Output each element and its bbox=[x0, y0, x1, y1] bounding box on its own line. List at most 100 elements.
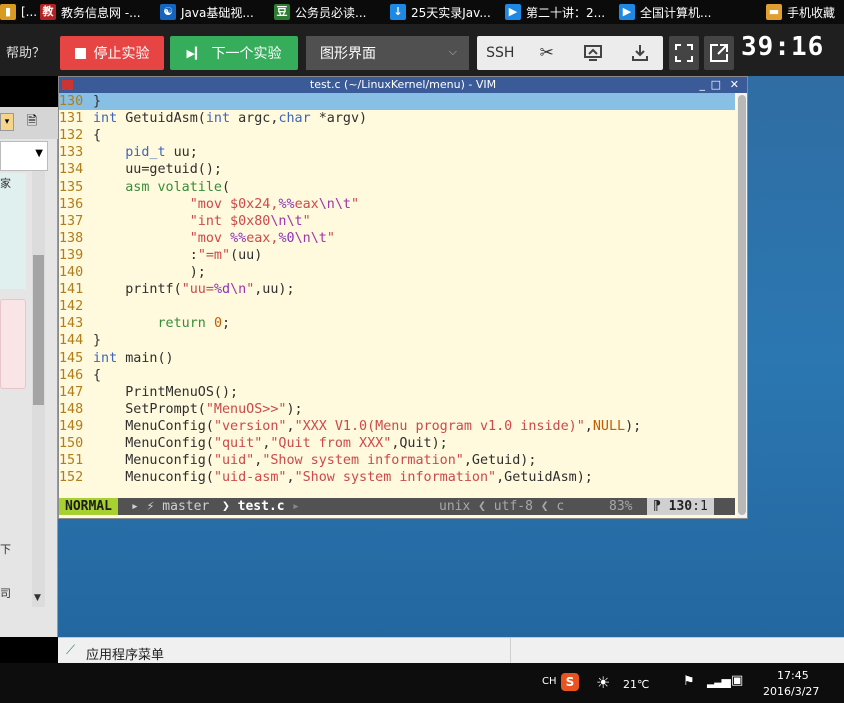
temperature: 21℃ bbox=[623, 678, 650, 691]
line-number: 132 bbox=[59, 128, 84, 144]
code-line[interactable]: 137 "int $0x80\n\t" bbox=[59, 213, 735, 230]
code-line[interactable]: 134 uu=getuid(); bbox=[59, 161, 735, 178]
scissors-button[interactable]: ✂ bbox=[524, 36, 571, 70]
close-icon[interactable]: ✕ bbox=[730, 77, 739, 93]
bookmark-label: 全国计算机... bbox=[640, 5, 712, 20]
bookmark-item[interactable]: 教教务信息网 -... bbox=[40, 2, 141, 22]
battery-icon[interactable]: ▣ bbox=[731, 673, 743, 688]
screen-share-button[interactable] bbox=[570, 36, 617, 70]
bookmark-icon: ☯ bbox=[160, 4, 176, 20]
divider bbox=[510, 638, 511, 663]
code-line[interactable]: 143 return 0; bbox=[59, 315, 735, 332]
left-panel-scrollbar[interactable] bbox=[32, 171, 45, 607]
ime-indicator[interactable]: CH bbox=[542, 676, 557, 687]
bookmark-icon: ↓ bbox=[390, 4, 406, 20]
code-line[interactable]: 147 PrintMenuOS(); bbox=[59, 384, 735, 401]
code-line[interactable]: 149 MenuConfig("version","XXX V1.0(Menu … bbox=[59, 418, 735, 435]
bookmark-label: Java基础视... bbox=[181, 5, 254, 20]
bookmark-item[interactable]: 豆公务员必读... bbox=[274, 2, 366, 22]
line-number: 145 bbox=[59, 350, 84, 366]
line-number: 151 bbox=[59, 453, 84, 469]
leaf-icon: ⟋ bbox=[66, 643, 76, 658]
code-line[interactable]: 131 int GetuidAsm(int argc,char *argv) bbox=[59, 110, 735, 127]
scroll-down-icon[interactable]: ▼ bbox=[34, 593, 41, 603]
vim-editor[interactable]: 130} 131 int GetuidAsm(int argc,char *argv… bbox=[59, 93, 747, 515]
app-menu-bar: ⟋ 应用程序菜单 bbox=[58, 637, 844, 663]
left-panel-card-pink bbox=[0, 299, 26, 389]
bookmark-item[interactable]: ▶ 全国计算机... bbox=[619, 2, 711, 22]
line-number: 143 bbox=[59, 316, 84, 332]
code-line[interactable]: 146{ bbox=[59, 367, 735, 384]
ssh-button[interactable]: SSH bbox=[477, 36, 524, 70]
bookmark-icon: 豆 bbox=[274, 4, 290, 20]
left-panel-toolbar: ▾ 🗎 bbox=[0, 107, 58, 139]
code-line[interactable]: 133 pid_t uu; bbox=[59, 144, 735, 161]
bookmark-label: 25天实录Jav... bbox=[411, 5, 491, 20]
line-number: 136 bbox=[59, 196, 84, 212]
vim-scrollbar[interactable] bbox=[737, 93, 747, 518]
bookmark-icon: 教 bbox=[40, 4, 56, 20]
signal-icon[interactable]: ▂▃▅ bbox=[707, 674, 731, 688]
clock-date: 2016/3/27 bbox=[763, 685, 820, 698]
interface-select[interactable]: 图形界面 ⌵ bbox=[306, 36, 469, 70]
vim-logo-icon bbox=[62, 80, 73, 90]
code-line[interactable]: 136 "mov $0x24,%%eax\n\t" bbox=[59, 196, 735, 213]
next-experiment-button[interactable]: ▶▎ 下一个实验 bbox=[170, 36, 298, 70]
dropdown-toggle[interactable]: ▾ bbox=[0, 113, 14, 131]
line-number: 138 bbox=[59, 230, 84, 246]
left-panel-text: 下 bbox=[0, 543, 11, 556]
code-line[interactable]: 142 bbox=[59, 298, 735, 315]
popout-button[interactable] bbox=[704, 36, 734, 70]
help-link[interactable]: 帮助？ bbox=[6, 42, 45, 61]
minimize-icon[interactable]: _ bbox=[700, 77, 706, 93]
line-number: 142 bbox=[59, 299, 84, 315]
maximize-icon[interactable]: □ bbox=[711, 77, 721, 93]
fullscreen-button[interactable] bbox=[669, 36, 699, 70]
left-panel-text: 司 bbox=[0, 587, 11, 600]
bookmark-label: 公务员必读... bbox=[295, 5, 367, 20]
bookmark-item[interactable]: ☯ Java基础视... bbox=[160, 2, 254, 22]
git-branch: ▸ ⚡ master bbox=[131, 499, 210, 514]
code-line[interactable]: 141 printf("uu=%d\n",uu); bbox=[59, 281, 735, 298]
bookmark-item[interactable]: ▶ 第二十讲：2... bbox=[505, 2, 605, 22]
code-line[interactable]: 132{ bbox=[59, 127, 735, 144]
vim-window[interactable]: test.c (~/LinuxKernel/menu) - VIM _ □ ✕ … bbox=[58, 76, 748, 519]
left-panel-dropdown[interactable]: ▼ bbox=[0, 141, 48, 171]
code-line[interactable]: 135 asm volatile( bbox=[59, 179, 735, 196]
code-line[interactable]: 145 int main() bbox=[59, 350, 735, 367]
bookmark-label: 教务信息网 -... bbox=[61, 5, 141, 20]
countdown-timer: 39:16 bbox=[741, 32, 825, 62]
code-line[interactable]: 148 SetPrompt("MenuOS>>"); bbox=[59, 401, 735, 418]
bookmark-item[interactable]: ▬ 手机收藏 bbox=[766, 2, 835, 22]
bookmark-bar: ▮ [... 教教务信息网 -... ☯ Java基础视... 豆公务员必读... ↓ 25天… bbox=[0, 0, 844, 24]
file-name: ❯ test.c bbox=[222, 499, 285, 514]
code-line[interactable]: 152 Menuconfig("uid-asm","Show system in… bbox=[59, 469, 735, 486]
code-line[interactable]: 139 :"=m"(uu) bbox=[59, 247, 735, 264]
code-line[interactable]: 151 Menuconfig("uid","Show system inform… bbox=[59, 452, 735, 469]
flag-icon[interactable]: ⚑ bbox=[683, 674, 695, 689]
taskbar: CH S ☀ 21℃ ⚑ ▂▃▅ ▣ 17:45 2016/3/27 bbox=[0, 663, 844, 703]
document-icon[interactable]: 🗎 bbox=[22, 112, 42, 132]
stop-experiment-button[interactable]: 停止实验 bbox=[60, 36, 164, 70]
bookmark-item[interactable]: ↓ 25天实录Jav... bbox=[390, 2, 491, 22]
line-number: 146 bbox=[59, 367, 84, 383]
bookmark-item[interactable]: ▮ [... bbox=[0, 2, 37, 22]
code-line[interactable]: 150 MenuConfig("quit","Quit from XXX",Qu… bbox=[59, 435, 735, 452]
line-number: 137 bbox=[59, 213, 84, 229]
scrollbar-thumb[interactable] bbox=[738, 95, 746, 515]
sogou-icon[interactable]: S bbox=[561, 673, 579, 691]
line-number: 144 bbox=[59, 333, 84, 349]
code-line[interactable]: 130} bbox=[59, 93, 735, 110]
code-line[interactable]: 140 ); bbox=[59, 264, 735, 281]
code-line[interactable]: 138 "mov %%eax,%0\n\t" bbox=[59, 230, 735, 247]
vim-mode: NORMAL bbox=[59, 498, 118, 515]
popout-icon bbox=[710, 44, 728, 62]
scrollbar-thumb[interactable] bbox=[33, 255, 44, 405]
code-line[interactable]: 144} bbox=[59, 332, 735, 349]
chevron-down-icon: ▼ bbox=[35, 148, 43, 159]
line-number: 140 bbox=[59, 265, 84, 280]
app-menu-label[interactable]: 应用程序菜单 bbox=[86, 644, 164, 663]
bookmark-label: 第二十讲：2... bbox=[526, 5, 606, 20]
bookmark-label: [... bbox=[21, 5, 38, 19]
download-button[interactable] bbox=[617, 36, 664, 70]
